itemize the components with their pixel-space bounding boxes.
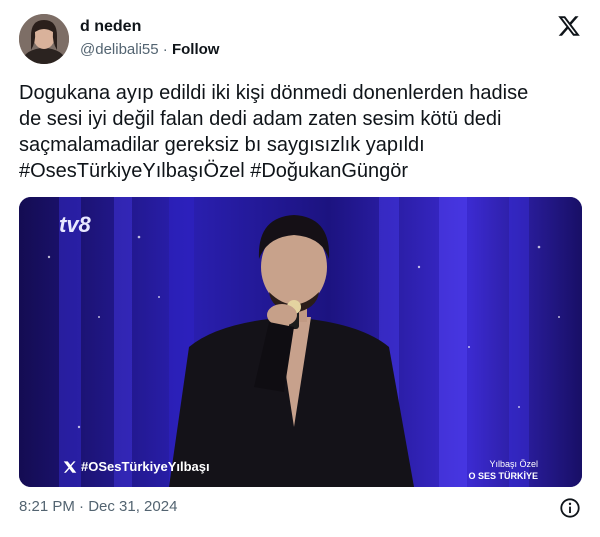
media-hashtag-text: #OSesTürkiyeYılbaşı xyxy=(81,459,210,474)
brand-line1: Yılbaşı Özel xyxy=(489,459,538,469)
x-logo-icon[interactable] xyxy=(557,14,581,38)
channel-logo: tv8 xyxy=(59,212,91,237)
follow-button[interactable]: Follow xyxy=(172,41,220,58)
stage-image xyxy=(19,197,582,487)
display-name[interactable]: d neden xyxy=(80,18,141,36)
avatar[interactable] xyxy=(19,14,69,64)
media-hashtag-overlay: #OSesTürkiyeYılbaşı xyxy=(63,459,210,474)
tweet-media[interactable]: tv8 #OSesTürkiyeYılbaşı Yılbaşı Özel O S… xyxy=(19,197,582,487)
separator: · xyxy=(162,41,168,58)
tweet-timestamp[interactable]: 8:21 PM · Dec 31, 2024 xyxy=(19,498,177,515)
user-handle[interactable]: @delibali55 xyxy=(80,41,159,58)
user-handle-line: @delibali55 · Follow xyxy=(80,41,219,58)
brand-line2: O SES TÜRKİYE xyxy=(468,471,538,481)
x-logo-small-icon xyxy=(63,460,77,473)
tweet-text: Dogukana ayıp edildi iki kişi dönmedi do… xyxy=(19,82,529,182)
info-icon[interactable] xyxy=(559,497,581,519)
